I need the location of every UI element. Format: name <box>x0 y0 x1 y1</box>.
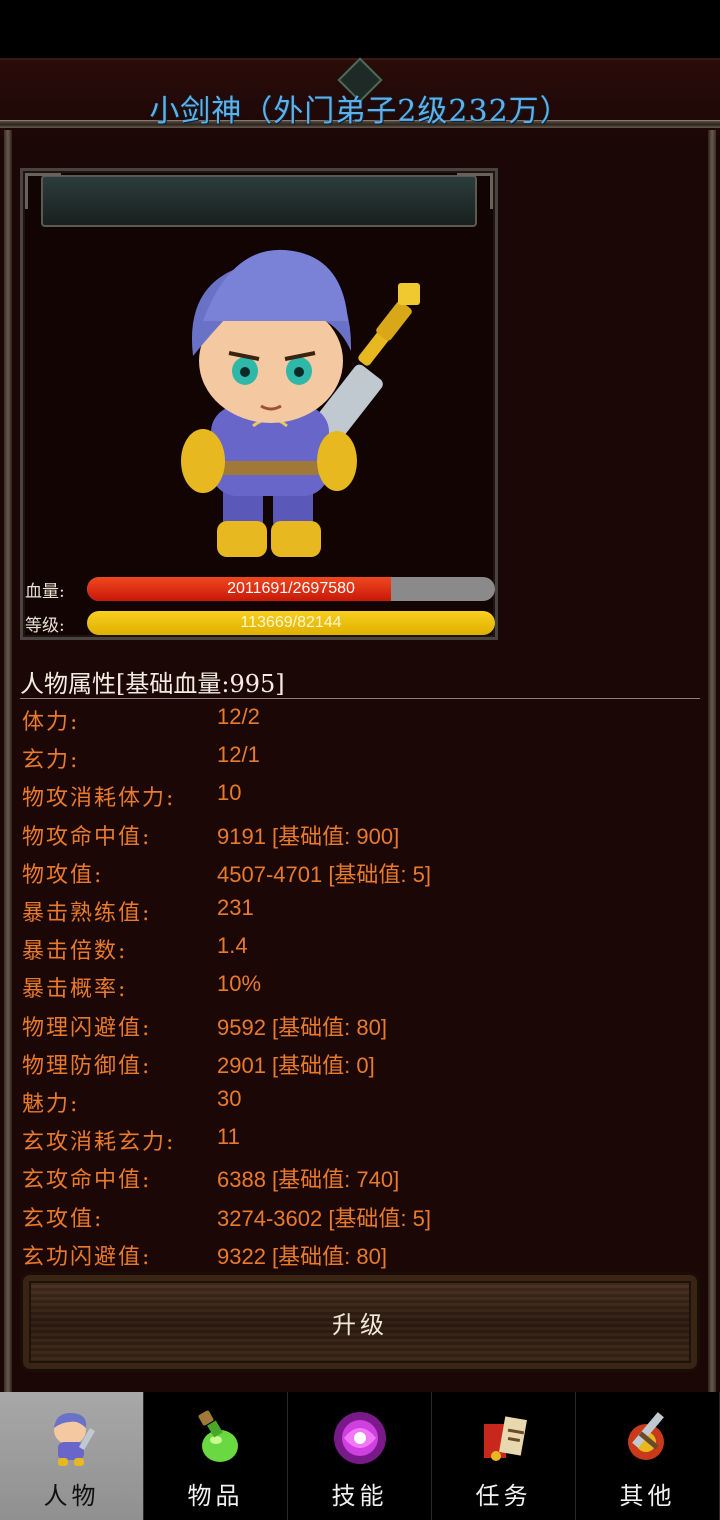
attribute-value: 12/1 <box>217 742 260 767</box>
attribute-value: 2901 [基础值: 0] <box>217 1053 375 1078</box>
attribute-value: 30 <box>217 1086 242 1111</box>
attribute-value: 12/2 <box>217 704 260 729</box>
attribute-row: 物攻值: 4507-4701 [基础值: 5] <box>22 857 702 895</box>
attribute-value: 11 <box>217 1124 240 1149</box>
tab-other[interactable]: 其他 <box>576 1392 720 1520</box>
right-frame-border <box>708 130 716 1394</box>
tab-skills-label: 技能 <box>331 1482 388 1510</box>
potion-icon <box>198 1410 238 1462</box>
frame-corner-icon <box>25 173 61 209</box>
attribute-label: 物理防御值: <box>22 1054 152 1079</box>
attribute-label: 暴击概率: <box>22 977 128 1002</box>
character-icon <box>54 1412 96 1466</box>
left-frame-border <box>4 130 12 1394</box>
level-bar-row: 等级: 113669/82144 <box>23 609 501 636</box>
hp-bar: 2011691/2697580 <box>87 577 495 601</box>
attribute-row: 玄攻值: 3274-3602 [基础值: 5] <box>22 1201 702 1239</box>
attribute-row: 玄攻命中值: 6388 [基础值: 740] <box>22 1162 702 1200</box>
attribute-value: 3274-3602 [基础值: 5] <box>217 1206 432 1231</box>
attribute-label: 暴击熟练值: <box>22 901 152 926</box>
attribute-label: 玄攻消耗玄力: <box>22 1130 176 1155</box>
attribute-row: 玄攻消耗玄力: 11 <box>22 1124 702 1162</box>
attribute-label: 魅力: <box>22 1092 80 1117</box>
upgrade-button-label: 升级 <box>332 1311 388 1339</box>
attribute-value: 10% <box>217 971 262 996</box>
attribute-label: 玄攻值: <box>22 1207 104 1232</box>
status-bar <box>0 0 720 58</box>
attribute-label: 物攻消耗体力: <box>22 786 176 811</box>
attribute-value: 4507-4701 [基础值: 5] <box>217 862 432 887</box>
attribute-row: 暴击熟练值: 231 <box>22 895 702 933</box>
hp-value: 2011691/2697580 <box>227 580 355 597</box>
attribute-value: 9191 [基础值: 900] <box>217 824 400 849</box>
character-avatar <box>181 249 420 557</box>
attribute-row: 体力: 12/2 <box>22 704 702 742</box>
hp-bar-row: 血量: 2011691/2697580 <box>23 575 501 602</box>
attribute-label: 玄功闪避值: <box>22 1245 152 1270</box>
level-value: 113669/82144 <box>240 614 342 631</box>
tab-character-label: 人物 <box>43 1482 100 1510</box>
quest-icon <box>484 1416 527 1461</box>
attribute-label: 体力: <box>22 710 80 735</box>
attributes-divider <box>20 698 700 699</box>
attribute-value: 9592 [基础值: 80] <box>217 1015 387 1040</box>
attribute-row: 物攻命中值: 9191 [基础值: 900] <box>22 819 702 857</box>
hp-label: 血量: <box>25 582 65 602</box>
attribute-label: 暴击倍数: <box>22 939 128 964</box>
tab-skills[interactable]: 技能 <box>288 1392 432 1520</box>
attribute-row: 物理闪避值: 9592 [基础值: 80] <box>22 1010 702 1048</box>
attribute-value: 231 <box>217 895 254 920</box>
attribute-row: 魅力: 30 <box>22 1086 702 1124</box>
page-title: 小剑神（外门弟子2级232万） <box>149 94 571 129</box>
attribute-row: 暴击倍数: 1.4 <box>22 933 702 971</box>
attribute-value: 1.4 <box>217 933 248 958</box>
attribute-label: 玄力: <box>22 748 80 773</box>
attribute-label: 物理闪避值: <box>22 1016 152 1041</box>
attribute-value: 6388 [基础值: 740] <box>217 1167 400 1192</box>
upgrade-button[interactable]: 升级 <box>20 1272 700 1372</box>
attribute-label: 物攻命中值: <box>22 825 152 850</box>
tab-character[interactable]: 人物 <box>0 1392 144 1520</box>
attributes-title: 人物属性[基础血量:995] <box>20 670 285 698</box>
attribute-value: 9322 [基础值: 80] <box>217 1244 387 1269</box>
tab-quests[interactable]: 任务 <box>432 1392 576 1520</box>
attribute-row: 物理防御值: 2901 [基础值: 0] <box>22 1048 702 1086</box>
frame-corner-icon <box>457 173 493 209</box>
tab-items[interactable]: 物品 <box>144 1392 288 1520</box>
bottom-tab-bar: 人物 物品 技能 任务 其他 <box>0 1392 720 1520</box>
portrait-frame: 血量: 2011691/2697580 等级: 113669/82144 <box>20 168 498 640</box>
attribute-row: 玄力: 12/1 <box>22 742 702 780</box>
tab-other-label: 其他 <box>619 1482 676 1510</box>
skill-orb-icon <box>334 1412 386 1464</box>
attribute-label: 玄攻命中值: <box>22 1168 152 1193</box>
attribute-row: 物攻消耗体力: 10 <box>22 780 702 818</box>
title-band: 小剑神（外门弟子2级232万） <box>0 57 720 140</box>
level-bar: 113669/82144 <box>87 611 495 635</box>
tab-items-label: 物品 <box>187 1482 244 1510</box>
portrait-header-ornament <box>41 175 477 227</box>
level-label: 等级: <box>25 616 65 636</box>
attribute-row: 暴击概率: 10% <box>22 971 702 1009</box>
other-icon <box>628 1412 664 1460</box>
tab-quests-label: 任务 <box>475 1482 532 1510</box>
attribute-label: 物攻值: <box>22 863 104 888</box>
attribute-value: 10 <box>217 780 242 805</box>
